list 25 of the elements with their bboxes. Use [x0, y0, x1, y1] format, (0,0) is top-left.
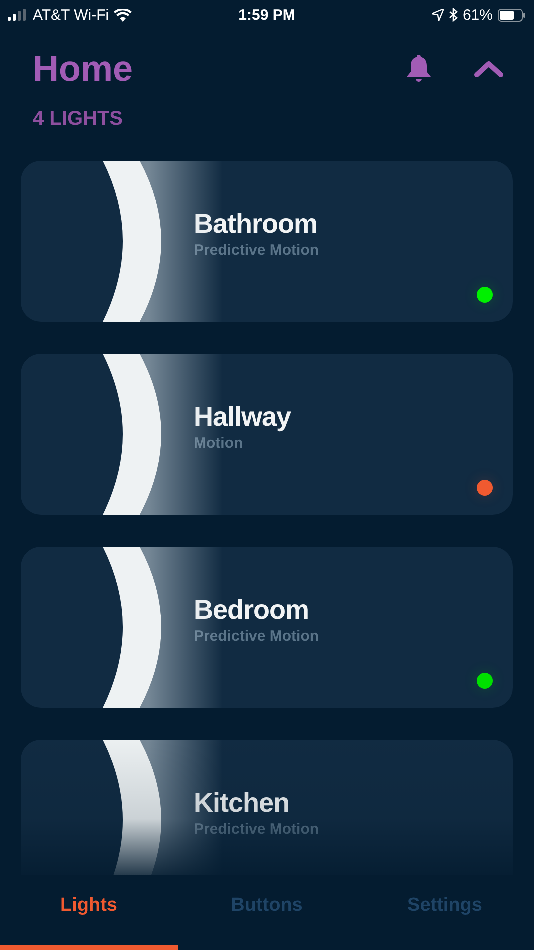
light-name: Kitchen	[194, 788, 291, 818]
light-mode: Predictive Motion	[194, 242, 320, 258]
light-name: Bedroom	[194, 594, 310, 626]
light-mode: Predictive Motion	[194, 628, 320, 644]
light-name: Hallway	[194, 402, 292, 432]
wifi-icon	[114, 8, 132, 22]
light-card[interactable]: Bedroom Predictive Motion	[21, 547, 513, 708]
light-name: Bathroom	[194, 208, 318, 240]
battery-icon	[498, 8, 526, 22]
location-arrow-icon	[432, 9, 444, 21]
battery-percent: 61%	[462, 6, 493, 24]
lights-count: 4 LIGHTS	[33, 108, 124, 131]
light-mode: Motion	[194, 434, 244, 452]
bluetooth-icon	[448, 8, 458, 22]
clock-time: 1:59 PM	[238, 6, 296, 24]
light-card[interactable]: Hallway Motion	[21, 354, 513, 515]
collapse-chevron-icon[interactable]	[474, 60, 504, 78]
tab[interactable]: Lights	[0, 875, 178, 950]
page-title: Home	[33, 48, 134, 90]
notifications-bell-icon[interactable]	[406, 55, 432, 83]
carrier-label: AT&T Wi-Fi	[33, 6, 110, 24]
light-mode: Predictive Motion	[194, 820, 320, 838]
light-card[interactable]: Kitchen Predictive Motion	[21, 740, 513, 875]
light-card[interactable]: Bathroom Predictive Motion	[21, 161, 513, 322]
signal-icon	[8, 9, 28, 21]
